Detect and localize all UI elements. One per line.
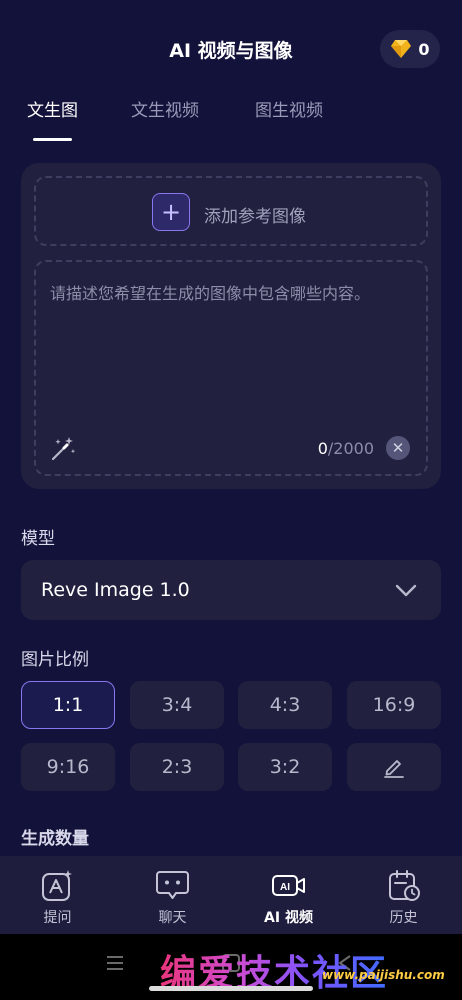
- ratio-option-9-16[interactable]: 9:16: [21, 743, 115, 791]
- ratio-option-4-3[interactable]: 4:3: [238, 681, 332, 729]
- tab-image-to-video[interactable]: 图生视频: [255, 96, 323, 121]
- watermark-url: www.paijishu.com: [322, 968, 445, 982]
- system-navigation-bar: 编爱技术社区 www.paijishu.com: [0, 934, 462, 1000]
- tab-text-to-image[interactable]: 文生图: [27, 96, 78, 121]
- home-indicator[interactable]: [149, 986, 313, 991]
- bottom-navigation: 提问 聊天 AI AI 视频 历史: [0, 856, 462, 934]
- ratio-section-label: 图片比例: [21, 650, 89, 670]
- character-count: 0: [317, 439, 328, 458]
- svg-text:AI: AI: [280, 882, 290, 893]
- tab-text-to-video[interactable]: 文生视频: [131, 96, 199, 121]
- add-reference-image-area[interactable]: + 添加参考图像: [34, 176, 428, 246]
- ai-video-icon: AI: [272, 875, 305, 896]
- nav-item-chat[interactable]: 聊天: [115, 856, 230, 934]
- model-dropdown[interactable]: Reve Image 1.0: [21, 560, 441, 620]
- add-reference-button[interactable]: +: [152, 193, 190, 231]
- close-icon: ✕: [391, 438, 405, 457]
- ratio-option-3-4[interactable]: 3:4: [130, 681, 224, 729]
- ratio-option-custom[interactable]: [347, 743, 441, 791]
- active-tab-indicator: [33, 138, 72, 141]
- nav-label-ask: 提问: [43, 910, 72, 926]
- mode-tabs: 文生图 文生视频 图生视频: [0, 96, 462, 146]
- quantity-section-label: 生成数量: [21, 829, 89, 849]
- nav-item-history[interactable]: 历史: [346, 856, 461, 934]
- magic-wand-icon[interactable]: [48, 434, 78, 464]
- nav-item-ai-video[interactable]: AI AI 视频: [231, 856, 346, 934]
- ratio-option-2-3[interactable]: 2:3: [130, 743, 224, 791]
- app-header: AI 视频与图像 0: [0, 0, 462, 96]
- model-selected-value: Reve Image 1.0: [41, 579, 190, 601]
- diamond-icon: [391, 40, 412, 58]
- add-reference-label: 添加参考图像: [204, 207, 306, 227]
- recent-apps-icon[interactable]: [104, 954, 126, 972]
- character-counter: 0/2000: [318, 439, 374, 458]
- plus-icon: +: [160, 198, 182, 226]
- nav-item-ask[interactable]: 提问: [0, 856, 115, 934]
- nav-label-ai-video: AI 视频: [264, 910, 313, 926]
- nav-label-chat: 聊天: [158, 910, 187, 926]
- chevron-down-icon: [395, 584, 417, 597]
- prompt-placeholder: 请描述您希望在生成的图像中包含哪些内容。: [50, 284, 371, 303]
- ratio-option-3-2[interactable]: 3:2: [238, 743, 332, 791]
- edit-pencil-icon: [384, 760, 404, 778]
- clear-prompt-button[interactable]: ✕: [386, 436, 410, 460]
- character-max: /2000: [327, 439, 374, 458]
- prompt-input[interactable]: 请描述您希望在生成的图像中包含哪些内容。 0/2000 ✕: [34, 260, 428, 476]
- input-card: + 添加参考图像 请描述您希望在生成的图像中包含哪些内容。 0/2000 ✕: [21, 163, 441, 489]
- model-section-label: 模型: [21, 529, 55, 549]
- nav-label-history: 历史: [389, 910, 418, 926]
- ratio-option-1-1[interactable]: 1:1: [21, 681, 115, 729]
- ratio-option-16-9[interactable]: 16:9: [347, 681, 441, 729]
- history-calendar-icon: [389, 870, 420, 901]
- gem-balance-badge[interactable]: 0: [380, 30, 440, 68]
- ai-question-icon: [42, 870, 72, 901]
- gem-count: 0: [418, 39, 430, 59]
- chat-bubble-icon: [156, 871, 189, 899]
